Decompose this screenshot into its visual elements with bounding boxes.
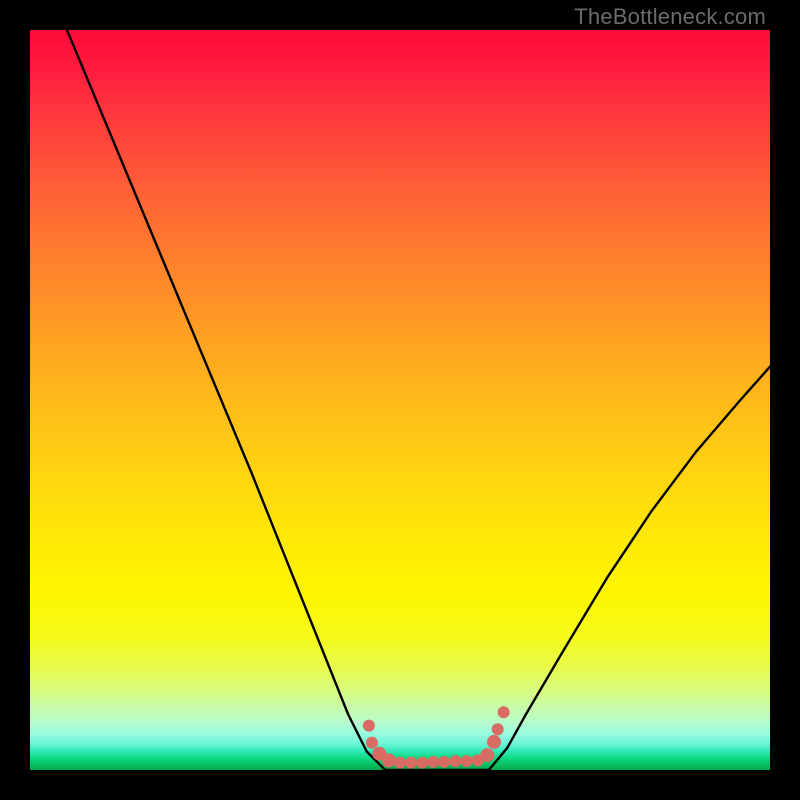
highlight-dot bbox=[366, 737, 378, 749]
highlight-dot bbox=[382, 753, 396, 767]
highlight-dot bbox=[405, 757, 417, 769]
curve-right-branch bbox=[489, 367, 770, 770]
watermark-text: TheBottleneck.com bbox=[574, 4, 766, 30]
highlight-dot bbox=[492, 723, 504, 735]
highlight-dot bbox=[450, 755, 462, 767]
highlight-dot bbox=[438, 756, 450, 768]
curve-left-branch bbox=[67, 30, 385, 770]
highlight-dot bbox=[461, 755, 473, 767]
highlight-dot bbox=[487, 735, 501, 749]
chart-svg bbox=[30, 30, 770, 770]
highlight-dot bbox=[498, 706, 510, 718]
highlight-dot bbox=[480, 748, 494, 762]
highlight-dot-group bbox=[363, 706, 510, 768]
highlight-dot bbox=[394, 757, 406, 769]
chart-frame: TheBottleneck.com bbox=[0, 0, 800, 800]
highlight-dot bbox=[363, 720, 375, 732]
plot-area bbox=[30, 30, 770, 770]
highlight-dot bbox=[427, 756, 439, 768]
highlight-dot bbox=[416, 757, 428, 769]
